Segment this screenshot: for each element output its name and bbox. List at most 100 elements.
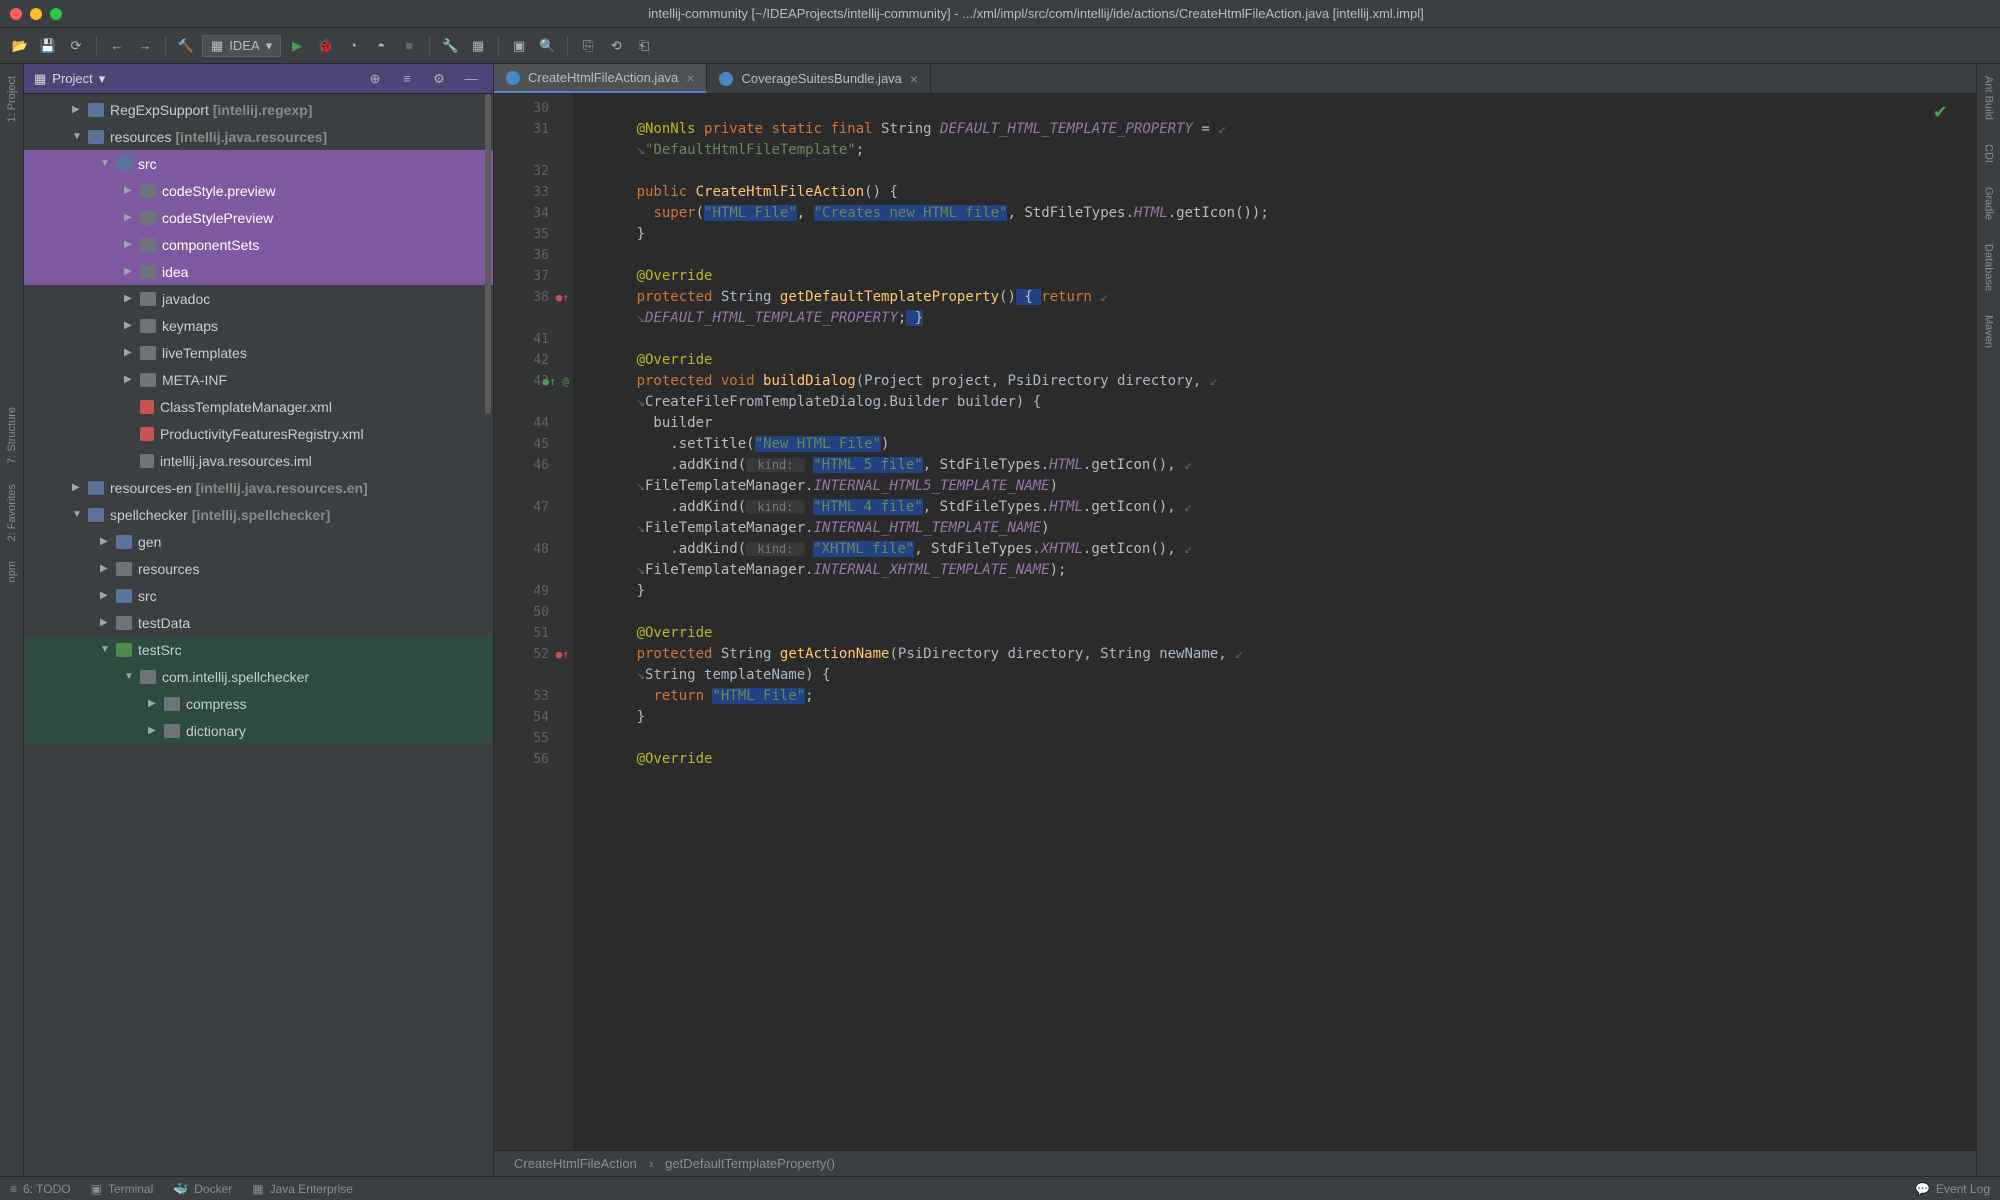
- tool-cdi[interactable]: CDI: [1981, 140, 1997, 167]
- expand-arrow-icon[interactable]: [72, 131, 84, 142]
- code-line[interactable]: ↘FileTemplateManager.INTERNAL_XHTML_TEMP…: [586, 560, 1976, 581]
- line-number[interactable]: [494, 560, 573, 581]
- line-number[interactable]: 43●↑ @: [494, 371, 573, 392]
- vcs-push-icon[interactable]: ⎗: [632, 34, 656, 58]
- line-number[interactable]: [494, 476, 573, 497]
- tree-node[interactable]: idea: [24, 258, 493, 285]
- expand-arrow-icon[interactable]: [100, 590, 112, 601]
- expand-arrow-icon[interactable]: [100, 536, 112, 547]
- gutter[interactable]: 303132333435363738●↑414243●↑ @4445464748…: [494, 94, 574, 1150]
- vcs-update-icon[interactable]: ⟲: [604, 34, 628, 58]
- expand-arrow-icon[interactable]: [148, 725, 160, 736]
- save-icon[interactable]: 💾: [36, 34, 60, 58]
- tree-node[interactable]: src: [24, 150, 493, 177]
- expand-arrow-icon[interactable]: [124, 374, 136, 385]
- code-line[interactable]: @Override: [586, 623, 1976, 644]
- breadcrumb-item[interactable]: CreateHtmlFileAction: [514, 1156, 637, 1171]
- line-number[interactable]: [494, 140, 573, 161]
- line-number[interactable]: 31: [494, 119, 573, 140]
- code-line[interactable]: super("HTML File", "Creates new HTML fil…: [586, 203, 1976, 224]
- code-line[interactable]: @Override: [586, 749, 1976, 770]
- line-number[interactable]: 49: [494, 581, 573, 602]
- tree-node[interactable]: META-INF: [24, 366, 493, 393]
- line-number[interactable]: 41: [494, 329, 573, 350]
- tree-node[interactable]: codeStyle.preview: [24, 177, 493, 204]
- line-number[interactable]: 45: [494, 434, 573, 455]
- line-number[interactable]: 56: [494, 749, 573, 770]
- code-line[interactable]: ↘FileTemplateManager.INTERNAL_HTML_TEMPL…: [586, 518, 1976, 539]
- close-window-button[interactable]: [10, 8, 22, 20]
- vcs-icon[interactable]: ⎘: [576, 34, 600, 58]
- breadcrumb[interactable]: CreateHtmlFileAction › getDefaultTemplat…: [494, 1150, 1976, 1176]
- tool-npm[interactable]: npm: [4, 557, 20, 586]
- code-line[interactable]: }: [586, 707, 1976, 728]
- line-number[interactable]: 46: [494, 455, 573, 476]
- code-line[interactable]: .addKind( kind: "HTML 5 file", StdFileTy…: [586, 455, 1976, 476]
- line-number[interactable]: 47: [494, 497, 573, 518]
- tree-node[interactable]: gen: [24, 528, 493, 555]
- code-line[interactable]: ↘"DefaultHtmlFileTemplate";: [586, 140, 1976, 161]
- tree-node[interactable]: resources: [24, 555, 493, 582]
- tree-node[interactable]: testData: [24, 609, 493, 636]
- code-line[interactable]: public CreateHtmlFileAction() {: [586, 182, 1976, 203]
- expand-arrow-icon[interactable]: [124, 266, 136, 277]
- scrollbar[interactable]: [483, 94, 493, 1156]
- tool-favorites[interactable]: 2: Favorites: [4, 480, 20, 545]
- tree-node[interactable]: liveTemplates: [24, 339, 493, 366]
- hide-icon[interactable]: —: [459, 67, 483, 91]
- code-line[interactable]: builder: [586, 413, 1976, 434]
- forward-icon[interactable]: →: [133, 34, 157, 58]
- tree-node[interactable]: testSrc: [24, 636, 493, 663]
- code-line[interactable]: @NonNls private static final String DEFA…: [586, 119, 1976, 140]
- line-number[interactable]: 51: [494, 623, 573, 644]
- code-line[interactable]: .addKind( kind: "HTML 4 file", StdFileTy…: [586, 497, 1976, 518]
- code-line[interactable]: .setTitle("New HTML File"): [586, 434, 1976, 455]
- expand-arrow-icon[interactable]: [124, 212, 136, 223]
- editor-tab[interactable]: CoverageSuitesBundle.java×: [707, 64, 931, 93]
- panel-title[interactable]: ▦ Project ▾: [34, 71, 363, 87]
- line-number[interactable]: 54: [494, 707, 573, 728]
- code-line[interactable]: protected void buildDialog(Project proje…: [586, 371, 1976, 392]
- line-number[interactable]: 33: [494, 182, 573, 203]
- code-line[interactable]: protected String getActionName(PsiDirect…: [586, 644, 1976, 665]
- debug-icon[interactable]: 🐞: [313, 34, 337, 58]
- tree-node[interactable]: dictionary: [24, 717, 493, 744]
- code-line[interactable]: }: [586, 224, 1976, 245]
- code-line[interactable]: [586, 728, 1976, 749]
- code-line[interactable]: [586, 98, 1976, 119]
- tree-node[interactable]: ClassTemplateManager.xml: [24, 393, 493, 420]
- run-anything-icon[interactable]: ▣: [507, 34, 531, 58]
- tool-project[interactable]: 1: Project: [4, 72, 20, 126]
- status-javaee[interactable]: ▦Java Enterprise: [252, 1182, 353, 1196]
- status-event-log[interactable]: 💬Event Log: [1915, 1182, 1990, 1196]
- line-number[interactable]: 30: [494, 98, 573, 119]
- expand-arrow-icon[interactable]: [124, 185, 136, 196]
- line-number[interactable]: 38●↑: [494, 287, 573, 308]
- line-number[interactable]: [494, 665, 573, 686]
- gutter-marker-icon[interactable]: ●↑: [556, 291, 569, 304]
- status-todo[interactable]: ≡6: TODO: [10, 1182, 71, 1196]
- search-icon[interactable]: 🔍: [535, 34, 559, 58]
- expand-arrow-icon[interactable]: [72, 482, 84, 493]
- tree-node[interactable]: resources [intellij.java.resources]: [24, 123, 493, 150]
- gear-icon[interactable]: ⚙: [427, 67, 451, 91]
- inspection-ok-icon[interactable]: ✔: [1933, 102, 1948, 123]
- line-number[interactable]: 35: [494, 224, 573, 245]
- tree-node[interactable]: intellij.java.resources.iml: [24, 447, 493, 474]
- expand-arrow-icon[interactable]: [100, 563, 112, 574]
- tree-node[interactable]: codeStylePreview: [24, 204, 493, 231]
- collapse-icon[interactable]: ≡: [395, 67, 419, 91]
- line-number[interactable]: 55: [494, 728, 573, 749]
- code-line[interactable]: }: [586, 581, 1976, 602]
- stop-icon[interactable]: ■: [397, 34, 421, 58]
- locate-icon[interactable]: ⊕: [363, 67, 387, 91]
- code-line[interactable]: ↘DEFAULT_HTML_TEMPLATE_PROPERTY; }: [586, 308, 1976, 329]
- refresh-icon[interactable]: ⟳: [64, 34, 88, 58]
- code-line[interactable]: .addKind( kind: "XHTML file", StdFileTyp…: [586, 539, 1976, 560]
- tool-database[interactable]: Database: [1981, 240, 1997, 295]
- expand-arrow-icon[interactable]: [124, 293, 136, 304]
- tree-node[interactable]: spellchecker [intellij.spellchecker]: [24, 501, 493, 528]
- tool-structure[interactable]: 7: Structure: [4, 403, 20, 468]
- status-docker[interactable]: 🐳Docker: [173, 1182, 232, 1196]
- gutter-marker-icon[interactable]: ●↑: [556, 648, 569, 661]
